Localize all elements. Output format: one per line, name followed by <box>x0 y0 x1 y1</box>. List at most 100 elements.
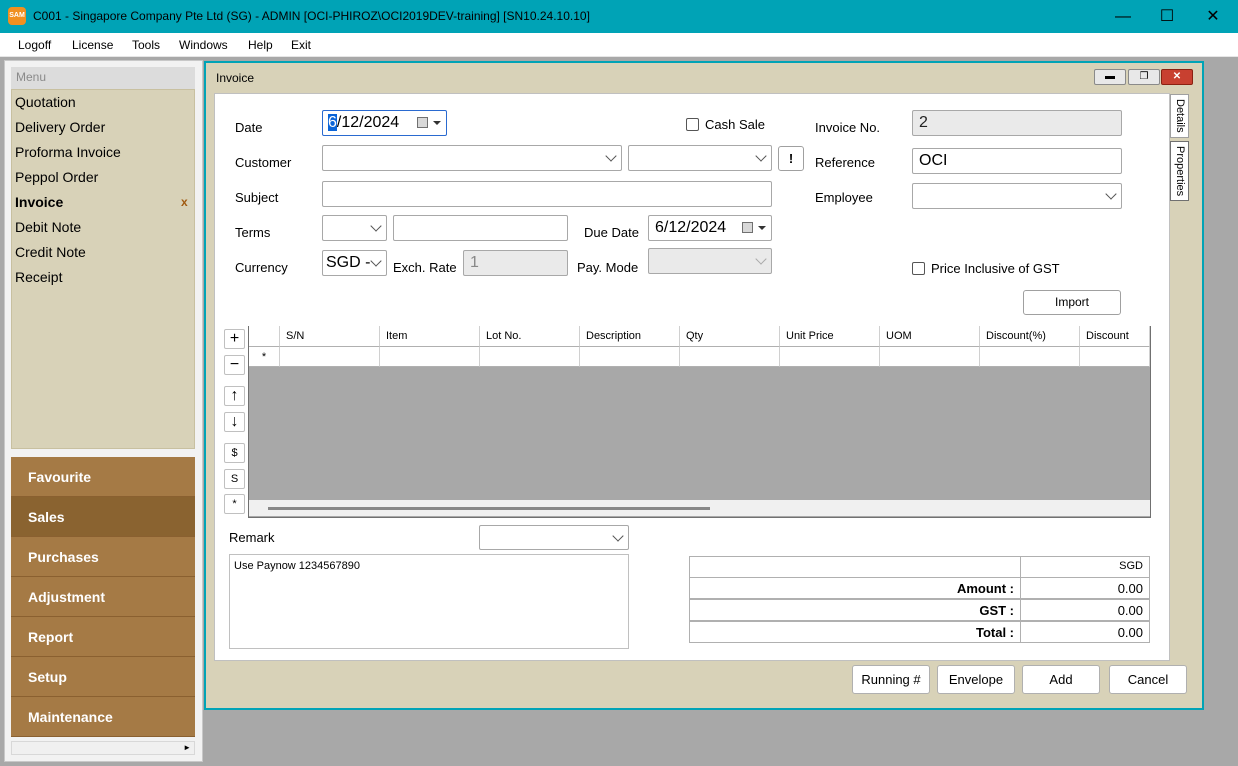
totals-header-row: SGD <box>689 556 1150 578</box>
chevron-down-icon <box>1105 188 1117 200</box>
inner-minimize-button[interactable]: ▬ <box>1094 69 1126 85</box>
special-button[interactable]: * <box>224 494 245 514</box>
envelope-button[interactable]: Envelope <box>937 665 1015 694</box>
import-button[interactable]: Import <box>1023 290 1121 315</box>
sidebar-item-proforma-invoice[interactable]: Proforma Invoice <box>15 144 121 160</box>
column-header[interactable]: S/N <box>280 326 380 347</box>
column-header[interactable]: Item <box>380 326 480 347</box>
amount-value: 0.00 <box>1117 581 1143 596</box>
add-button[interactable]: Add <box>1022 665 1100 694</box>
terms-select[interactable] <box>322 215 387 241</box>
category-adjustment[interactable]: Adjustment <box>11 577 195 617</box>
scroll-right-icon: ► <box>183 743 191 752</box>
sidebar-item-quotation[interactable]: Quotation <box>15 94 76 110</box>
serial-button[interactable]: S <box>224 469 245 489</box>
sidebar-scrollbar[interactable]: ► <box>11 741 195 755</box>
app-logo-icon: SAM <box>8 7 26 25</box>
tab-details[interactable]: Details <box>1170 94 1189 138</box>
invoice-window-title: Invoice <box>216 71 255 85</box>
pay-mode-label: Pay. Mode <box>577 260 639 275</box>
employee-label: Employee <box>815 190 873 205</box>
totals-total-row: Total : 0.00 <box>689 621 1150 643</box>
sidebar-item-invoice[interactable]: Invoice <box>15 194 63 210</box>
column-header[interactable]: Discount(%) <box>980 326 1080 347</box>
subject-field[interactable] <box>322 181 772 207</box>
customer-info-button[interactable]: ! <box>778 146 804 171</box>
column-header[interactable]: Discount <box>1080 326 1150 347</box>
due-date-picker[interactable]: 6/12/2024 <box>648 215 772 241</box>
column-header[interactable]: UOM <box>880 326 980 347</box>
scrollbar-thumb[interactable] <box>268 507 710 510</box>
menu-license[interactable]: License <box>72 38 113 52</box>
grid-cell[interactable] <box>280 347 380 367</box>
menu-help[interactable]: Help <box>248 38 273 52</box>
category-report[interactable]: Report <box>11 617 195 657</box>
reference-label: Reference <box>815 155 875 170</box>
grid-cell[interactable] <box>1080 347 1150 367</box>
reference-field[interactable]: OCI <box>912 148 1122 174</box>
date-picker[interactable]: 6/12/2024 <box>322 110 447 136</box>
pay-mode-select[interactable] <box>648 248 772 274</box>
tab-properties[interactable]: Properties <box>1170 141 1189 201</box>
employee-select[interactable] <box>912 183 1122 209</box>
grid-cell[interactable] <box>580 347 680 367</box>
menu-windows[interactable]: Windows <box>179 38 228 52</box>
currency-label: Currency <box>235 260 288 275</box>
category-setup[interactable]: Setup <box>11 657 195 697</box>
add-row-button[interactable]: + <box>224 329 245 349</box>
gst-label: GST : <box>690 600 1021 620</box>
price-inclusive-gst-checkbox[interactable] <box>912 262 925 275</box>
chevron-down-icon <box>605 150 617 162</box>
category-purchases[interactable]: Purchases <box>11 537 195 577</box>
move-up-button[interactable]: ↑ <box>224 386 245 406</box>
category-maintenance[interactable]: Maintenance <box>11 697 195 737</box>
cash-sale-label: Cash Sale <box>705 117 765 132</box>
price-inclusive-gst-label: Price Inclusive of GST <box>931 261 1060 276</box>
menu-tools[interactable]: Tools <box>132 38 160 52</box>
column-header[interactable]: Description <box>580 326 680 347</box>
inner-restore-button[interactable]: ❐ <box>1128 69 1160 85</box>
grid-cell[interactable] <box>980 347 1080 367</box>
invoice-no-field[interactable]: 2 <box>912 110 1122 136</box>
cancel-button[interactable]: Cancel <box>1109 665 1187 694</box>
sidebar-item-credit-note[interactable]: Credit Note <box>15 244 86 260</box>
exch-rate-field[interactable]: 1 <box>463 250 568 276</box>
customer-code-select[interactable] <box>322 145 622 171</box>
column-header[interactable]: Qty <box>680 326 780 347</box>
grid-cell[interactable] <box>480 347 580 367</box>
terms-description-field[interactable] <box>393 215 568 241</box>
customer-name-select[interactable] <box>628 145 772 171</box>
remark-label: Remark <box>229 530 275 545</box>
inner-close-button[interactable]: ✕ <box>1161 69 1193 85</box>
grid-cell[interactable] <box>780 347 880 367</box>
move-down-button[interactable]: ↓ <box>224 412 245 432</box>
running-number-button[interactable]: Running # <box>852 665 930 694</box>
close-button[interactable]: ✕ <box>1190 0 1236 33</box>
grid-cell[interactable] <box>380 347 480 367</box>
grid-cell[interactable] <box>680 347 780 367</box>
grid-cell[interactable] <box>880 347 980 367</box>
due-date-label: Due Date <box>584 225 639 240</box>
chevron-down-icon <box>612 530 624 542</box>
column-header[interactable]: Lot No. <box>480 326 580 347</box>
category-favourite[interactable]: Favourite <box>11 457 195 497</box>
sidebar-item-delivery-order[interactable]: Delivery Order <box>15 119 105 135</box>
remove-row-button[interactable]: − <box>224 355 245 375</box>
column-header[interactable]: Unit Price <box>780 326 880 347</box>
price-button[interactable]: $ <box>224 443 245 463</box>
minimize-button[interactable]: — <box>1100 0 1146 33</box>
menu-logoff[interactable]: Logoff <box>18 38 51 52</box>
calendar-icon <box>417 117 428 128</box>
sidebar-item-debit-note[interactable]: Debit Note <box>15 219 81 235</box>
totals-gst-row: GST : 0.00 <box>689 599 1150 621</box>
maximize-button[interactable]: ☐ <box>1144 0 1190 33</box>
remark-textarea[interactable]: Use Paynow 1234567890 <box>229 554 629 649</box>
sidebar-item-peppol-order[interactable]: Peppol Order <box>15 169 98 185</box>
menu-exit[interactable]: Exit <box>291 38 311 52</box>
category-sales[interactable]: Sales <box>11 497 195 537</box>
chevron-down-icon <box>370 255 382 267</box>
cash-sale-checkbox[interactable] <box>686 118 699 131</box>
sidebar-item-receipt[interactable]: Receipt <box>15 269 62 285</box>
currency-select[interactable]: SGD - <box>322 250 387 276</box>
remark-select[interactable] <box>479 525 629 550</box>
